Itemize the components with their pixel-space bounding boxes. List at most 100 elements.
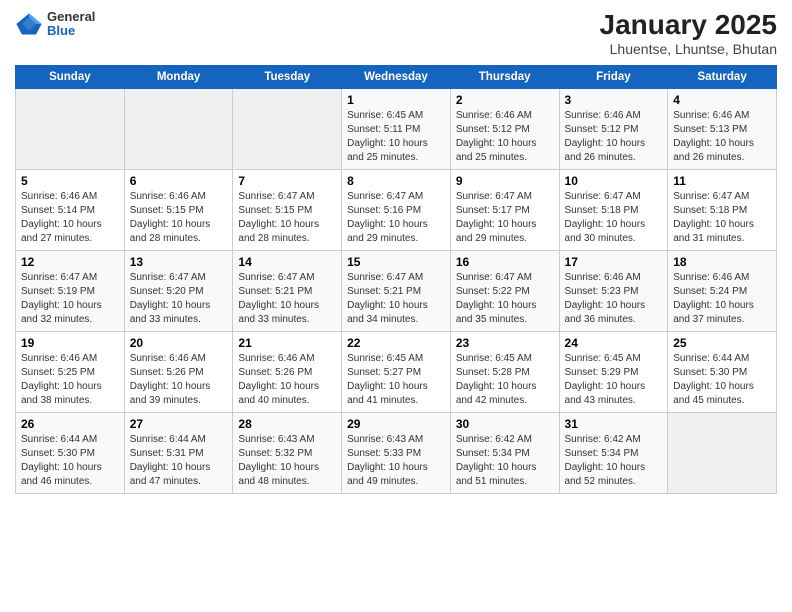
table-row: 23 Sunrise: 6:45 AMSunset: 5:28 PMDayligh…: [450, 331, 559, 412]
day-number: 27: [130, 417, 228, 431]
day-info: Sunrise: 6:45 AMSunset: 5:28 PMDaylight:…: [456, 352, 554, 408]
table-row: 28Sunrise: 6:43 AMSunset: 5:32 PMDayligh…: [233, 412, 342, 493]
logo-icon: [15, 10, 43, 38]
table-row: 10Sunrise: 6:47 AMSunset: 5:18 PMDayligh…: [559, 169, 668, 250]
calendar-week-row: 1 Sunrise: 6:45 AMSunset: 5:11 PMDaylight…: [16, 88, 777, 169]
table-row: 22 Sunrise: 6:45 AMSunset: 5:27 PMDayligh…: [342, 331, 451, 412]
day-info: Sunrise: 6:46 AMSunset: 5:26 PMDaylight:…: [130, 352, 228, 408]
col-monday: Monday: [124, 65, 233, 88]
table-row: 20 Sunrise: 6:46 AMSunset: 5:26 PMDayligh…: [124, 331, 233, 412]
day-number: 19: [21, 336, 119, 350]
table-row: 16Sunrise: 6:47 AMSunset: 5:22 PMDayligh…: [450, 250, 559, 331]
day-info: Sunrise: 6:42 AMSunset: 5:34 PMDaylight:…: [565, 433, 663, 489]
day-number: 4: [673, 93, 771, 107]
day-number: 8: [347, 174, 445, 188]
table-row: 5 Sunrise: 6:46 AMSunset: 5:14 PMDaylight…: [16, 169, 125, 250]
table-row: [233, 88, 342, 169]
day-info: Sunrise: 6:45 AMSunset: 5:11 PMDaylight:…: [347, 109, 445, 165]
day-info: Sunrise: 6:47 AMSunset: 5:18 PMDaylight:…: [673, 190, 771, 246]
col-wednesday: Wednesday: [342, 65, 451, 88]
col-tuesday: Tuesday: [233, 65, 342, 88]
day-number: 29: [347, 417, 445, 431]
day-number: 21: [238, 336, 336, 350]
table-row: 7 Sunrise: 6:47 AMSunset: 5:15 PMDaylight…: [233, 169, 342, 250]
day-number: 3: [565, 93, 663, 107]
table-row: 9 Sunrise: 6:47 AMSunset: 5:17 PMDaylight…: [450, 169, 559, 250]
day-number: 13: [130, 255, 228, 269]
day-number: 2: [456, 93, 554, 107]
logo-blue-text: Blue: [47, 24, 95, 38]
day-info: Sunrise: 6:46 AMSunset: 5:15 PMDaylight:…: [130, 190, 228, 246]
table-row: 31 Sunrise: 6:42 AMSunset: 5:34 PMDayligh…: [559, 412, 668, 493]
day-info: Sunrise: 6:46 AMSunset: 5:14 PMDaylight:…: [21, 190, 119, 246]
day-number: 15: [347, 255, 445, 269]
day-info: Sunrise: 6:46 AMSunset: 5:26 PMDaylight:…: [238, 352, 336, 408]
day-number: 23: [456, 336, 554, 350]
day-number: 6: [130, 174, 228, 188]
table-row: 8 Sunrise: 6:47 AMSunset: 5:16 PMDaylight…: [342, 169, 451, 250]
table-row: 30 Sunrise: 6:42 AMSunset: 5:34 PMDayligh…: [450, 412, 559, 493]
header: General Blue January 2025 Lhuentse, Lhun…: [15, 10, 777, 57]
day-info: Sunrise: 6:47 AMSunset: 5:17 PMDaylight:…: [456, 190, 554, 246]
col-saturday: Saturday: [668, 65, 777, 88]
calendar-week-row: 5 Sunrise: 6:46 AMSunset: 5:14 PMDaylight…: [16, 169, 777, 250]
day-number: 9: [456, 174, 554, 188]
calendar-subtitle: Lhuentse, Lhuntse, Bhutan: [600, 41, 777, 57]
logo-text: General Blue: [47, 10, 95, 39]
table-row: 29 Sunrise: 6:43 AMSunset: 5:33 PMDayligh…: [342, 412, 451, 493]
table-row: 2 Sunrise: 6:46 AMSunset: 5:12 PMDaylight…: [450, 88, 559, 169]
day-info: Sunrise: 6:46 AMSunset: 5:25 PMDaylight:…: [21, 352, 119, 408]
table-row: 26Sunrise: 6:44 AMSunset: 5:30 PMDayligh…: [16, 412, 125, 493]
day-number: 11: [673, 174, 771, 188]
logo: General Blue: [15, 10, 95, 39]
day-number: 5: [21, 174, 119, 188]
day-info: Sunrise: 6:47 AMSunset: 5:16 PMDaylight:…: [347, 190, 445, 246]
day-info: Sunrise: 6:45 AMSunset: 5:29 PMDaylight:…: [565, 352, 663, 408]
day-info: Sunrise: 6:44 AMSunset: 5:30 PMDaylight:…: [673, 352, 771, 408]
day-number: 25: [673, 336, 771, 350]
day-number: 30: [456, 417, 554, 431]
table-row: 27 Sunrise: 6:44 AMSunset: 5:31 PMDayligh…: [124, 412, 233, 493]
day-info: Sunrise: 6:45 AMSunset: 5:27 PMDaylight:…: [347, 352, 445, 408]
day-number: 12: [21, 255, 119, 269]
day-info: Sunrise: 6:46 AMSunset: 5:24 PMDaylight:…: [673, 271, 771, 327]
table-row: [124, 88, 233, 169]
table-row: 18 Sunrise: 6:46 AMSunset: 5:24 PMDayligh…: [668, 250, 777, 331]
day-number: 31: [565, 417, 663, 431]
day-info: Sunrise: 6:43 AMSunset: 5:32 PMDaylight:…: [238, 433, 336, 489]
table-row: 14 Sunrise: 6:47 AMSunset: 5:21 PMDayligh…: [233, 250, 342, 331]
day-info: Sunrise: 6:44 AMSunset: 5:30 PMDaylight:…: [21, 433, 119, 489]
day-info: Sunrise: 6:43 AMSunset: 5:33 PMDaylight:…: [347, 433, 445, 489]
day-info: Sunrise: 6:47 AMSunset: 5:21 PMDaylight:…: [347, 271, 445, 327]
day-number: 14: [238, 255, 336, 269]
table-row: [668, 412, 777, 493]
day-number: 7: [238, 174, 336, 188]
day-info: Sunrise: 6:47 AMSunset: 5:21 PMDaylight:…: [238, 271, 336, 327]
day-number: 1: [347, 93, 445, 107]
title-block: January 2025 Lhuentse, Lhuntse, Bhutan: [600, 10, 777, 57]
day-info: Sunrise: 6:47 AMSunset: 5:19 PMDaylight:…: [21, 271, 119, 327]
table-row: 4 Sunrise: 6:46 AMSunset: 5:13 PMDaylight…: [668, 88, 777, 169]
weekday-header-row: Sunday Monday Tuesday Wednesday Thursday…: [16, 65, 777, 88]
calendar-title: January 2025: [600, 10, 777, 41]
page: General Blue January 2025 Lhuentse, Lhun…: [0, 0, 792, 612]
day-info: Sunrise: 6:46 AMSunset: 5:12 PMDaylight:…: [456, 109, 554, 165]
day-info: Sunrise: 6:42 AMSunset: 5:34 PMDaylight:…: [456, 433, 554, 489]
day-number: 22: [347, 336, 445, 350]
table-row: 17Sunrise: 6:46 AMSunset: 5:23 PMDayligh…: [559, 250, 668, 331]
calendar-table: Sunday Monday Tuesday Wednesday Thursday…: [15, 65, 777, 494]
col-thursday: Thursday: [450, 65, 559, 88]
col-sunday: Sunday: [16, 65, 125, 88]
table-row: 6 Sunrise: 6:46 AMSunset: 5:15 PMDaylight…: [124, 169, 233, 250]
day-info: Sunrise: 6:47 AMSunset: 5:18 PMDaylight:…: [565, 190, 663, 246]
table-row: [16, 88, 125, 169]
table-row: 13 Sunrise: 6:47 AMSunset: 5:20 PMDayligh…: [124, 250, 233, 331]
day-info: Sunrise: 6:47 AMSunset: 5:20 PMDaylight:…: [130, 271, 228, 327]
day-number: 18: [673, 255, 771, 269]
day-info: Sunrise: 6:46 AMSunset: 5:13 PMDaylight:…: [673, 109, 771, 165]
logo-general-text: General: [47, 10, 95, 24]
day-info: Sunrise: 6:44 AMSunset: 5:31 PMDaylight:…: [130, 433, 228, 489]
day-info: Sunrise: 6:47 AMSunset: 5:15 PMDaylight:…: [238, 190, 336, 246]
calendar-week-row: 19 Sunrise: 6:46 AMSunset: 5:25 PMDayligh…: [16, 331, 777, 412]
day-number: 20: [130, 336, 228, 350]
